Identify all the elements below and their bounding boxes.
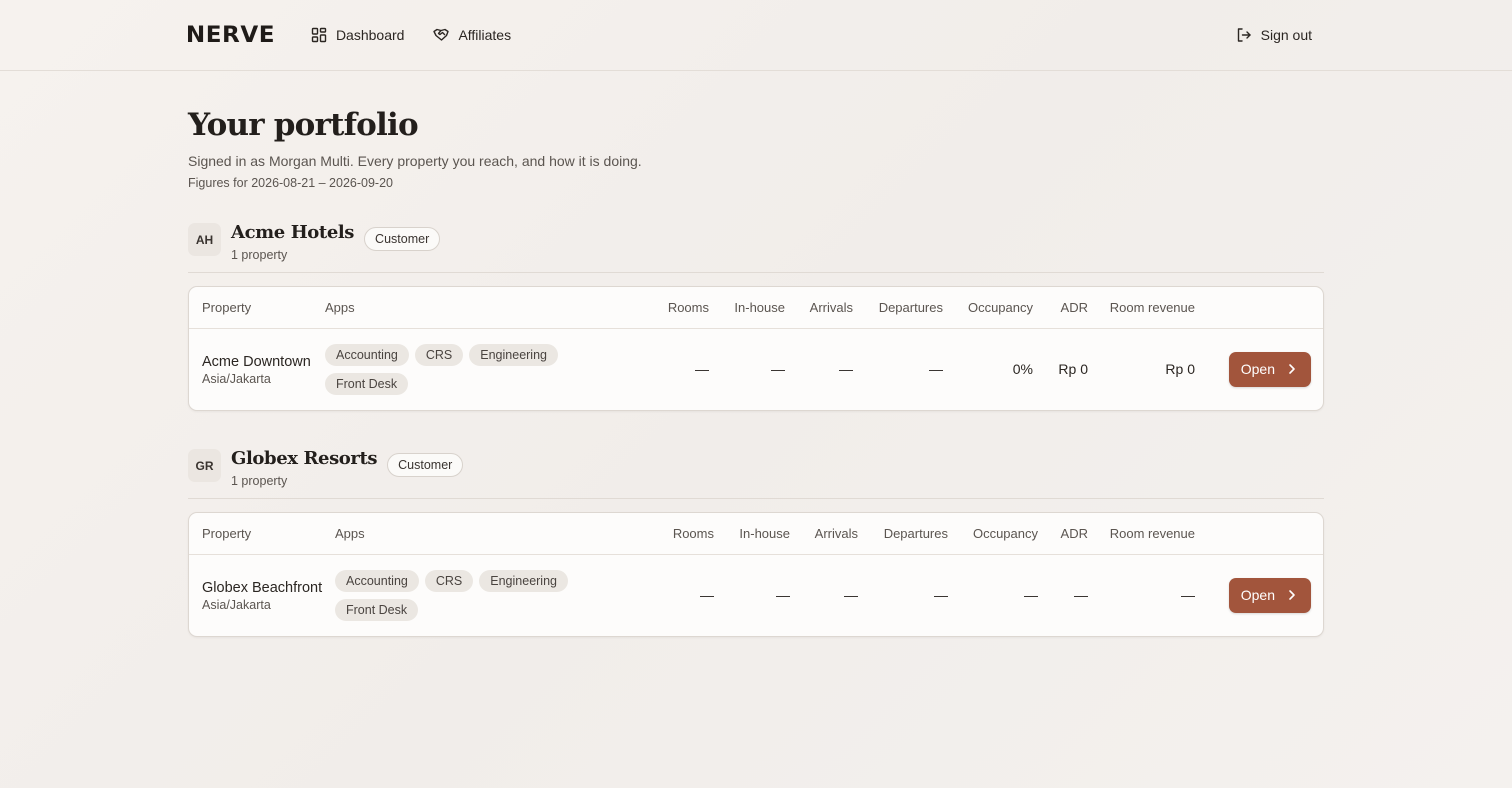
col-occupancy: Occupancy [943, 287, 1033, 329]
open-button-label: Open [1240, 360, 1275, 377]
col-rooms: Rooms [643, 287, 709, 329]
top-nav: NERVE Dashboard Affiliates Sign out [0, 0, 1512, 71]
property-table: Property Apps Rooms In-house Arrivals De… [189, 513, 1323, 636]
property-table-card: Property Apps Rooms In-house Arrivals De… [188, 512, 1324, 637]
inhouse-value: — [771, 361, 785, 378]
open-button-label: Open [1240, 586, 1275, 603]
arrivals-value: — [844, 587, 858, 604]
org-type-badge: Customer [387, 453, 464, 477]
occupancy-value: — [1024, 587, 1038, 604]
app-pill: Engineering [469, 343, 558, 366]
apps-cell: Accounting CRS Engineering Front Desk [335, 554, 648, 636]
col-actions [1195, 513, 1323, 555]
property-timezone: Asia/Jakarta [202, 372, 271, 387]
org-group-globex: GR Globex Resorts 1 property Customer Pr… [188, 448, 1324, 637]
handshake-icon [433, 28, 450, 41]
departures-value: — [929, 361, 943, 378]
col-room-revenue: Room revenue [1088, 513, 1195, 555]
col-departures: Departures [858, 513, 948, 555]
nav-dashboard[interactable]: Dashboard [311, 27, 405, 43]
org-avatar: AH [188, 223, 221, 256]
inhouse-value: — [776, 587, 790, 604]
main-content: Your portfolio Signed in as Morgan Multi… [0, 107, 1512, 637]
property-name[interactable]: Globex Beachfront [202, 578, 335, 598]
action-cell: Open [1195, 554, 1323, 636]
col-property: Property [189, 513, 335, 555]
col-departures: Departures [853, 287, 943, 329]
occupancy-value: 0% [1012, 361, 1033, 378]
period-label: Figures for 2026-08-21 – 2026-09-20 [188, 176, 393, 190]
property-cell: Globex Beachfront Asia/Jakarta [189, 554, 335, 636]
table-row: Acme Downtown Asia/Jakarta Accounting CR… [189, 328, 1323, 410]
departures-value: — [934, 587, 948, 604]
col-occupancy: Occupancy [948, 513, 1038, 555]
sign-out-button[interactable]: Sign out [1236, 0, 1312, 70]
property-table: Property Apps Rooms In-house Arrivals De… [189, 287, 1323, 410]
org-name: Acme Hotels [231, 222, 355, 243]
table-header-row: Property Apps Rooms In-house Arrivals De… [189, 513, 1323, 555]
arrivals-value: — [839, 361, 853, 378]
page-subtitle: Signed in as Morgan Multi. Every propert… [188, 153, 642, 169]
adr-value: Rp 0 [1058, 361, 1088, 378]
col-rooms: Rooms [648, 513, 714, 555]
app-pill: Engineering [479, 569, 568, 592]
chevron-right-icon [1289, 589, 1295, 600]
adr-value: — [1074, 587, 1088, 604]
org-header: AH Acme Hotels 1 property Customer [188, 222, 1324, 273]
app-pill: Front Desk [335, 598, 419, 621]
col-apps: Apps [335, 513, 648, 555]
col-inhouse: In-house [714, 513, 790, 555]
property-cell: Acme Downtown Asia/Jakarta [189, 328, 325, 410]
col-arrivals: Arrivals [785, 287, 853, 329]
room-revenue-value: — [1181, 587, 1195, 604]
property-table-card: Property Apps Rooms In-house Arrivals De… [188, 286, 1324, 411]
logout-icon [1237, 28, 1251, 42]
chevron-right-icon [1289, 363, 1295, 374]
app-pill: Accounting [335, 569, 419, 592]
org-property-count: 1 property [231, 474, 288, 488]
open-property-button[interactable]: Open [1228, 351, 1311, 387]
table-row: Globex Beachfront Asia/Jakarta Accountin… [189, 554, 1323, 636]
col-room-revenue: Room revenue [1088, 287, 1195, 329]
property-name[interactable]: Acme Downtown [202, 352, 325, 372]
col-actions [1195, 287, 1323, 329]
col-apps: Apps [325, 287, 643, 329]
nav-affiliates-label: Affiliates [458, 27, 512, 43]
page-title: Your portfolio [188, 107, 419, 143]
property-timezone: Asia/Jakarta [202, 598, 271, 613]
col-property: Property [189, 287, 325, 329]
app-pill: Accounting [325, 343, 409, 366]
table-header-row: Property Apps Rooms In-house Arrivals De… [189, 287, 1323, 329]
nav-affiliates[interactable]: Affiliates [433, 27, 511, 43]
col-adr: ADR [1038, 513, 1088, 555]
app-pill: CRS [424, 569, 474, 592]
apps-cell: Accounting CRS Engineering Front Desk [325, 328, 643, 410]
grid-icon [311, 27, 327, 43]
nav-dashboard-label: Dashboard [335, 27, 405, 43]
org-header: GR Globex Resorts 1 property Customer [188, 448, 1324, 499]
org-name: Globex Resorts [231, 448, 378, 469]
action-cell: Open [1195, 328, 1323, 410]
col-adr: ADR [1033, 287, 1088, 329]
brand-logo[interactable]: NERVE [186, 23, 275, 48]
room-revenue-value: Rp 0 [1165, 361, 1195, 378]
rooms-value: — [695, 361, 709, 378]
org-group-acme: AH Acme Hotels 1 property Customer Prope… [188, 222, 1324, 411]
rooms-value: — [700, 587, 714, 604]
org-type-badge: Customer [364, 227, 441, 251]
open-property-button[interactable]: Open [1228, 577, 1311, 613]
org-avatar: GR [188, 449, 221, 482]
org-property-count: 1 property [231, 248, 288, 262]
sign-out-label: Sign out [1260, 27, 1312, 43]
app-pill: CRS [414, 343, 464, 366]
app-pill: Front Desk [325, 372, 409, 395]
col-arrivals: Arrivals [790, 513, 858, 555]
col-inhouse: In-house [709, 287, 785, 329]
